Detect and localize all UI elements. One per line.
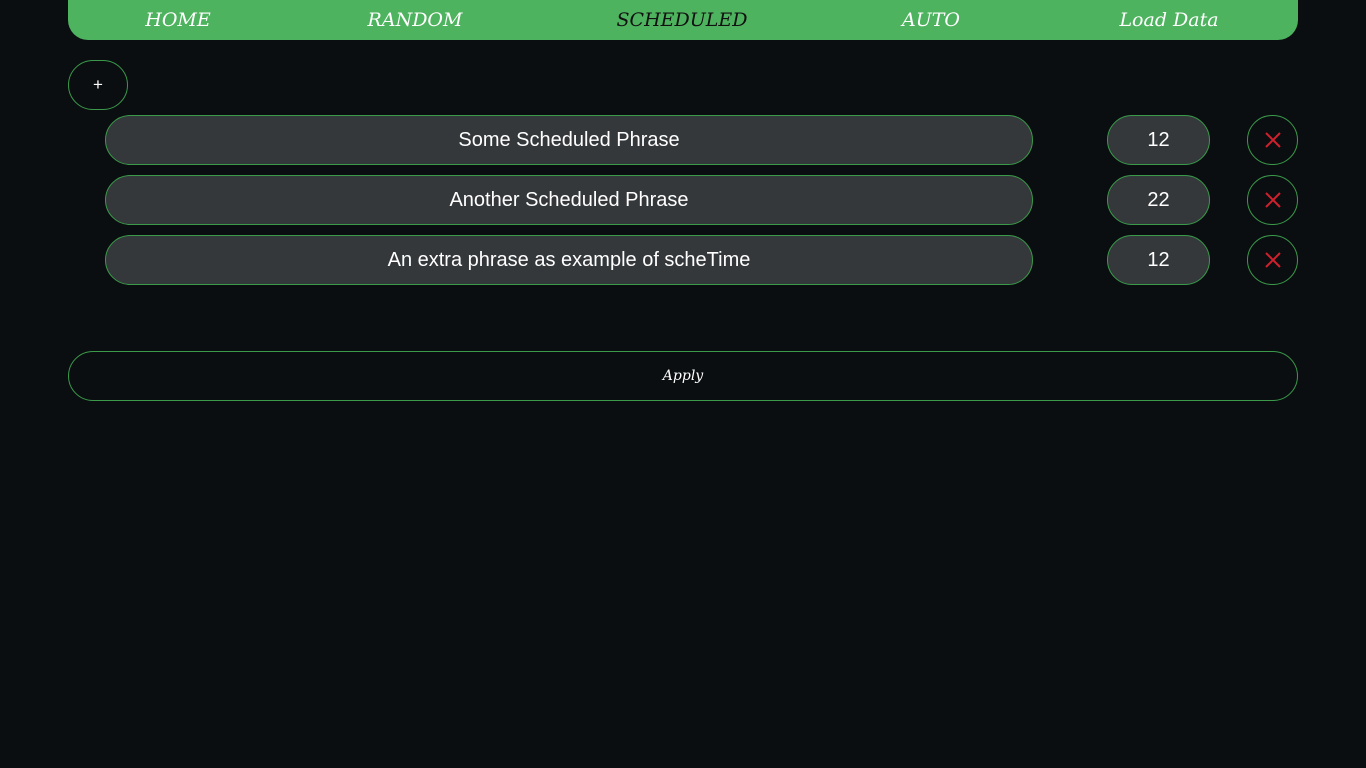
top-nav-bar: HOME RANDOM SCHEDULED AUTO Load Data xyxy=(68,0,1298,40)
time-field[interactable]: 22 xyxy=(1107,175,1210,225)
phrase-field[interactable]: Some Scheduled Phrase xyxy=(105,115,1033,165)
time-field[interactable]: 12 xyxy=(1107,115,1210,165)
phrase-field[interactable]: Another Scheduled Phrase xyxy=(105,175,1033,225)
nav-item-random[interactable]: RANDOM xyxy=(368,0,463,40)
add-phrase-button[interactable]: + xyxy=(68,60,128,110)
nav-item-home[interactable]: HOME xyxy=(145,0,210,40)
time-field[interactable]: 12 xyxy=(1107,235,1210,285)
apply-button[interactable]: Apply xyxy=(68,351,1298,401)
delete-row-button[interactable] xyxy=(1247,115,1298,165)
schedule-row: Another Scheduled Phrase 22 xyxy=(0,175,1366,225)
delete-row-button[interactable] xyxy=(1247,175,1298,225)
delete-row-button[interactable] xyxy=(1247,235,1298,285)
phrase-field[interactable]: An extra phrase as example of scheTime xyxy=(105,235,1033,285)
schedule-row: Some Scheduled Phrase 12 xyxy=(0,115,1366,165)
nav-item-load-data[interactable]: Load Data xyxy=(1119,0,1218,40)
close-icon xyxy=(1265,132,1281,148)
nav-item-auto[interactable]: AUTO xyxy=(902,0,960,40)
nav-item-scheduled[interactable]: SCHEDULED xyxy=(617,0,748,40)
close-icon xyxy=(1265,252,1281,268)
schedule-row: An extra phrase as example of scheTime 1… xyxy=(0,235,1366,285)
close-icon xyxy=(1265,192,1281,208)
